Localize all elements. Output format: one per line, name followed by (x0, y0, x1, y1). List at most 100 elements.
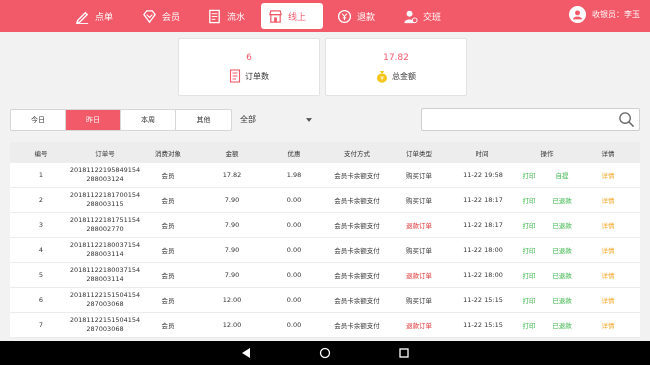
home-icon[interactable] (319, 347, 331, 359)
nav-item-member[interactable]: 会员 (135, 3, 187, 29)
order-id-line-1: 20181122181700154 (69, 191, 141, 199)
cell-order-id: 20181122180037154 288003114 (66, 241, 144, 259)
cell-time: 11-22 18:00 (463, 246, 503, 254)
cell-order-id: 20181122151504154 287003068 (66, 316, 144, 334)
cell-no: 6 (38, 296, 44, 304)
table-row: 5 20181122180037154 288003114 会员 7.90 0.00 会员卡… (10, 263, 640, 288)
print-button[interactable]: 打印 (518, 320, 540, 330)
cell-discount: 0.00 (286, 221, 302, 229)
table-row: 1 20181122195849154 288003124 会员 17.82 1.98 会员… (10, 163, 640, 188)
refund-icon (337, 9, 352, 23)
cell-order-id: 20181122195849154 288003124 (66, 166, 144, 184)
cell-amount: 12.00 (222, 321, 242, 329)
cell-pay: 会员卡余额支付 (334, 247, 380, 255)
status-button[interactable]: 已退款 (548, 295, 576, 305)
status-button[interactable]: 已退款 (548, 245, 576, 255)
total-amount-value: 17.82 (383, 53, 409, 63)
print-button[interactable]: 打印 (518, 270, 540, 280)
table-row: 2 20181122181700154 288003115 会员 7.90 0.00 会员卡… (10, 188, 640, 213)
cell-time: 11-22 15:15 (463, 296, 503, 304)
tab-other[interactable]: 其他 (176, 110, 231, 130)
status-button[interactable]: 已退款 (548, 195, 576, 205)
tab-this-week[interactable]: 本周 (121, 110, 176, 130)
print-button[interactable]: 打印 (518, 195, 540, 205)
cell-pay: 会员卡余额支付 (334, 322, 380, 330)
cell-discount: 0.00 (286, 271, 302, 279)
cell-target: 会员 (161, 272, 175, 280)
nav-label: 退款 (357, 12, 376, 23)
order-id-line-2: 287003068 (86, 300, 124, 308)
cashier-name: 收银员：李玉 (592, 10, 640, 19)
date-range-tabs: 今日 昨日 本周 其他 (10, 109, 232, 131)
detail-button[interactable]: 详情 (596, 295, 620, 305)
order-id-line-2: 288002770 (86, 225, 124, 233)
order-id-line-1: 20181122181751154 (69, 216, 141, 224)
cell-type: 购买订单 (406, 297, 432, 305)
cell-target: 会员 (161, 197, 175, 205)
cashier-info: 收银员：李玉 (569, 6, 640, 23)
nav-item-online[interactable]: 线上 (261, 3, 323, 29)
header-amount: 金额 (225, 149, 239, 158)
search-icon[interactable] (618, 111, 635, 128)
print-button[interactable]: 打印 (518, 295, 540, 305)
diamond-icon (143, 9, 156, 23)
status-button[interactable]: 已退款 (548, 220, 576, 230)
status-button[interactable]: 已退款 (548, 270, 576, 280)
document-icon (209, 9, 220, 23)
detail-button[interactable]: 详情 (596, 170, 620, 180)
search-input[interactable] (422, 109, 612, 130)
cell-target: 会员 (161, 172, 175, 180)
cell-target: 会员 (161, 297, 175, 305)
header-pay: 支付方式 (344, 149, 370, 158)
cell-target: 会员 (161, 222, 175, 230)
detail-button[interactable]: 详情 (596, 220, 620, 230)
cell-amount: 7.90 (224, 271, 240, 279)
tab-yesterday[interactable]: 昨日 (66, 110, 121, 130)
order-count-label: 订单数 (245, 71, 269, 81)
print-button[interactable]: 打印 (518, 170, 540, 180)
cell-type: 退款订单 (406, 322, 432, 330)
cell-discount: 0.00 (286, 296, 302, 304)
nav-label: 点单 (95, 12, 114, 23)
cell-order-id: 20181122181700154 288003115 (66, 191, 144, 209)
tab-today[interactable]: 今日 (11, 110, 66, 130)
recents-icon[interactable] (398, 347, 410, 359)
back-icon[interactable] (240, 347, 252, 359)
detail-button[interactable]: 详情 (596, 270, 620, 280)
cell-type: 购买订单 (406, 172, 432, 180)
orders-table: 编号 订单号 消费对象 金额 优惠 支付方式 订单类型 时间 操作 详情 1 20… (10, 142, 640, 338)
print-button[interactable]: 打印 (518, 220, 540, 230)
status-button[interactable]: 自提 (548, 170, 576, 180)
cell-discount: 0.00 (286, 321, 302, 329)
cell-pay: 会员卡余额支付 (334, 297, 380, 305)
detail-button[interactable]: 详情 (596, 245, 620, 255)
cell-no: 7 (38, 321, 44, 329)
type-select[interactable]: 全部 (240, 114, 312, 125)
detail-button[interactable]: 详情 (596, 320, 620, 330)
header-time: 时间 (475, 149, 489, 158)
order-id-line-1: 20181122151504154 (69, 291, 141, 299)
status-button[interactable]: 已退款 (548, 320, 576, 330)
order-id-line-2: 288003114 (86, 250, 124, 258)
cell-discount: 1.98 (286, 171, 302, 179)
cell-no: 2 (38, 196, 44, 204)
header-target: 消费对象 (155, 149, 181, 158)
header-discount: 优惠 (287, 149, 301, 158)
cell-order-id: 20181122181751154 288002770 (66, 216, 144, 234)
cell-no: 1 (38, 171, 44, 179)
print-button[interactable]: 打印 (518, 245, 540, 255)
order-count-value: 6 (246, 53, 252, 63)
pen-icon (75, 11, 89, 24)
nav-item-shift[interactable]: 交班 (396, 3, 448, 29)
nav-item-refund[interactable]: 退款 (330, 3, 382, 29)
detail-button[interactable]: 详情 (596, 195, 620, 205)
nav-item-flow[interactable]: 流水 (200, 3, 252, 29)
receipt-icon (229, 69, 241, 83)
order-id-line-1: 20181122151504154 (69, 316, 141, 324)
nav-label: 流水 (227, 12, 246, 23)
cell-time: 11-22 19:58 (463, 171, 503, 179)
cell-no: 3 (38, 221, 44, 229)
nav-item-order[interactable]: 点单 (68, 3, 120, 29)
order-id-line-1: 20181122180037154 (69, 266, 141, 274)
nav-label: 交班 (423, 12, 442, 23)
